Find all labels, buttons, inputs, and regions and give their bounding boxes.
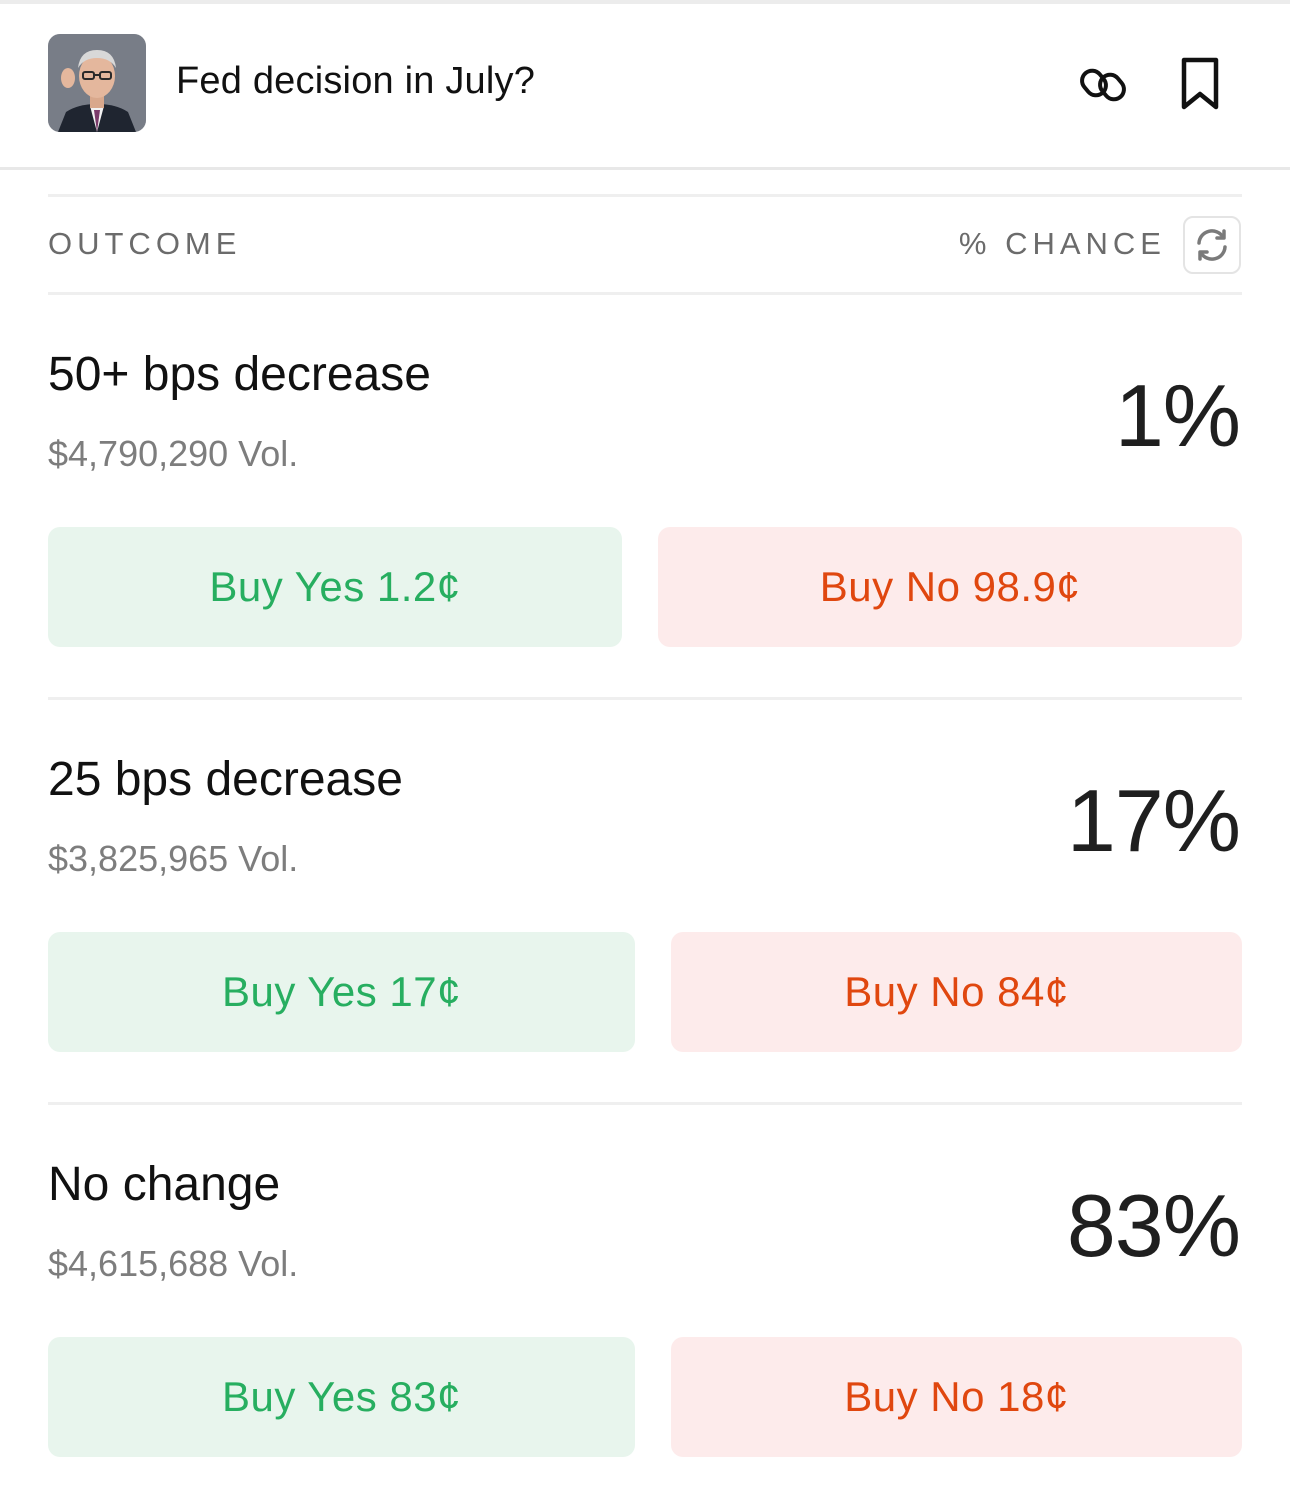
outcome-column-header: OUTCOME — [48, 226, 242, 261]
refresh-icon — [1197, 229, 1227, 261]
refresh-button[interactable] — [1183, 216, 1241, 274]
outcome-name: No change — [48, 1158, 281, 1211]
outcome-chance: 1% — [1114, 366, 1241, 465]
market-thumbnail — [48, 34, 146, 132]
buy-no-button[interactable]: Buy No 98.9¢ — [658, 527, 1242, 647]
outcome-chance: 17% — [1066, 771, 1241, 870]
buy-yes-button[interactable]: Buy Yes 17¢ — [48, 932, 635, 1052]
divider — [48, 194, 1242, 197]
market-title: Fed decision in July? — [176, 60, 536, 102]
outcome-volume: $4,615,688 Vol. — [48, 1243, 299, 1284]
outcome-volume: $4,790,290 Vol. — [48, 433, 299, 474]
buy-no-button[interactable]: Buy No 18¢ — [671, 1337, 1242, 1457]
outcome-name: 25 bps decrease — [48, 753, 403, 806]
outcome-row: No change $4,615,688 Vol. 83% Buy Yes 83… — [0, 1105, 1290, 1465]
bookmark-button[interactable] — [1170, 54, 1230, 114]
market-header: Fed decision in July? — [0, 4, 1290, 170]
copy-link-button[interactable] — [1074, 54, 1134, 114]
outcome-chance: 83% — [1066, 1176, 1241, 1275]
outcome-name: 50+ bps decrease — [48, 348, 431, 401]
outcome-row: 50+ bps decrease $4,790,290 Vol. 1% Buy … — [0, 295, 1290, 655]
bookmark-icon — [1181, 57, 1219, 110]
link-icon — [1080, 68, 1126, 102]
outcome-volume: $3,825,965 Vol. — [48, 838, 299, 879]
buy-no-button[interactable]: Buy No 84¢ — [671, 932, 1242, 1052]
buy-yes-button[interactable]: Buy Yes 1.2¢ — [48, 527, 622, 647]
outcome-row: 25 bps decrease $3,825,965 Vol. 17% Buy … — [0, 700, 1290, 1060]
buy-yes-button[interactable]: Buy Yes 83¢ — [48, 1337, 635, 1457]
chance-column-header: % CHANCE — [958, 226, 1166, 261]
